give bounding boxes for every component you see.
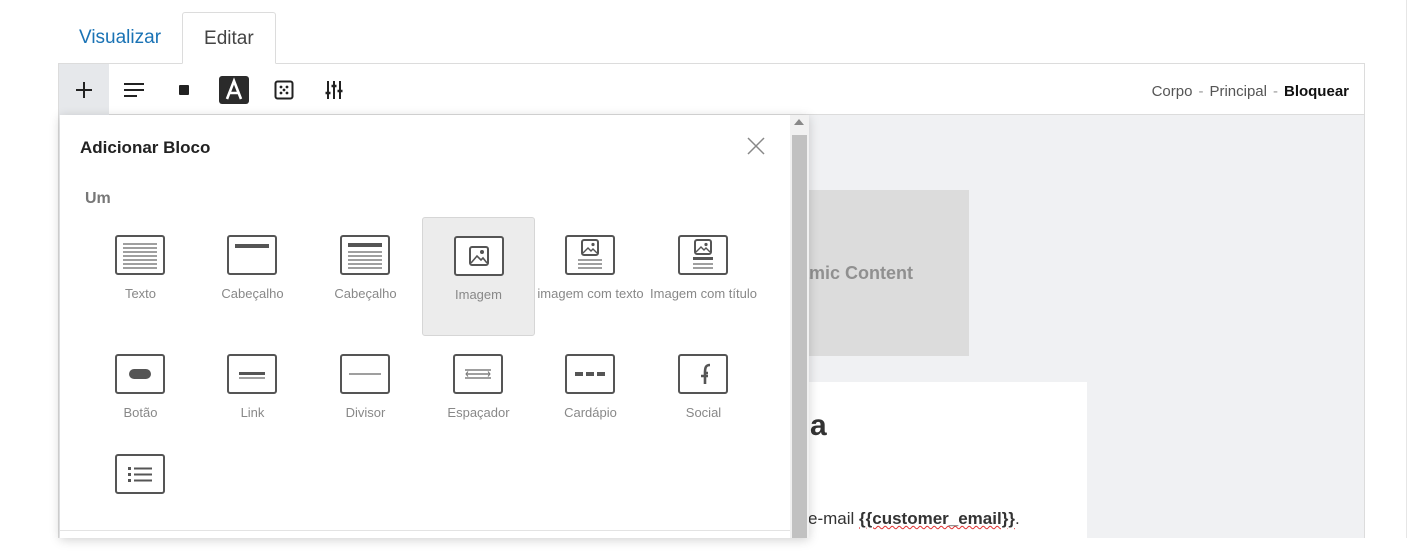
- block-cabecalho[interactable]: Cabeçalho: [196, 217, 309, 336]
- layout-grid-button[interactable]: [259, 64, 309, 115]
- image-block-icon: [454, 236, 504, 276]
- plus-icon: [76, 81, 92, 98]
- tab-visualizar[interactable]: Visualizar: [58, 12, 182, 64]
- align-button[interactable]: [109, 64, 159, 115]
- block-social[interactable]: Social: [647, 336, 760, 455]
- square-icon: [179, 84, 189, 95]
- breadcrumb-principal[interactable]: Principal: [1209, 83, 1267, 100]
- close-icon[interactable]: [745, 135, 767, 157]
- tab-editar[interactable]: Editar: [182, 12, 276, 64]
- block-lista[interactable]: [84, 436, 197, 555]
- block-cardapio[interactable]: Cardápio: [534, 336, 647, 455]
- block-label: imagem com texto: [537, 286, 644, 301]
- mode-tabs: Visualizar Editar: [58, 12, 276, 64]
- block-label: Texto: [124, 286, 157, 301]
- block-label: Divisor: [345, 405, 386, 420]
- add-block-button[interactable]: [59, 64, 109, 115]
- content-text-prefix: e-mail: [808, 509, 860, 528]
- block-imagem[interactable]: Imagem: [422, 217, 535, 336]
- block-label: Imagem: [455, 287, 502, 302]
- content-text-suffix: .: [1014, 509, 1020, 528]
- breadcrumb-bloquear: Bloquear: [1283, 83, 1349, 100]
- panel-title: Adicionar Bloco: [80, 138, 211, 157]
- block-imagem-com-texto[interactable]: imagem com texto: [534, 217, 647, 336]
- editor-toolbar: Corpo - Principal - Bloquear: [59, 64, 1364, 115]
- block-imagem-com-titulo[interactable]: Imagem com título: [647, 217, 760, 336]
- panel-footer-divider: [60, 530, 809, 531]
- block-divisor[interactable]: Divisor: [309, 336, 422, 455]
- sliders-icon: [325, 80, 343, 99]
- block-label: Cabeçalho: [334, 286, 397, 301]
- page-right-edge: [1406, 0, 1426, 538]
- scrollbar-thumb[interactable]: [792, 135, 807, 538]
- text-style-button[interactable]: [209, 64, 259, 115]
- block-label: Link: [240, 405, 265, 420]
- breadcrumb-separator: -: [1198, 83, 1204, 100]
- text-block-icon: [115, 235, 165, 275]
- block-texto[interactable]: Texto: [84, 217, 197, 336]
- image-title-block-icon: [678, 235, 728, 275]
- merge-tag: {{customer_email}}: [859, 509, 1015, 528]
- block-label: Cardápio: [564, 405, 617, 420]
- block-label: Botão: [123, 405, 158, 420]
- spacer-block-icon: [453, 354, 503, 394]
- block-label: Social: [685, 405, 722, 420]
- button-block-icon: [115, 354, 165, 394]
- panel-scrollbar[interactable]: [790, 115, 809, 538]
- divider-block-icon: [340, 354, 390, 394]
- content-text: e-mail {{customer_email}}.: [808, 509, 1020, 529]
- menu-block-icon: [565, 354, 615, 394]
- section-label: Um: [85, 190, 111, 207]
- content-heading: a: [810, 409, 827, 442]
- grid-icon: [274, 80, 294, 99]
- dynamic-content-label: amic Content: [799, 263, 914, 283]
- block-style-button[interactable]: [159, 64, 209, 115]
- settings-button[interactable]: [309, 64, 359, 115]
- breadcrumb: Corpo - Principal - Bloquear: [1152, 64, 1349, 115]
- social-block-icon: [678, 354, 728, 394]
- block-label: Espaçador: [447, 405, 510, 420]
- text-style-icon: [219, 75, 249, 104]
- block-label: Imagem com título: [650, 286, 757, 301]
- block-link[interactable]: Link: [196, 336, 309, 455]
- align-left-icon: [124, 82, 144, 97]
- block-label: Cabeçalho: [221, 286, 284, 301]
- image-text-block-icon: [565, 235, 615, 275]
- block-cabecalho-texto[interactable]: Cabeçalho: [309, 217, 422, 336]
- breadcrumb-separator: -: [1272, 83, 1278, 100]
- header-text-block-icon: [340, 235, 390, 275]
- block-espacador[interactable]: Espaçador: [422, 336, 535, 455]
- list-block-icon: [115, 454, 165, 494]
- header-block-icon: [227, 235, 277, 275]
- link-block-icon: [227, 354, 277, 394]
- scroll-up-icon[interactable]: [794, 119, 804, 125]
- breadcrumb-corpo[interactable]: Corpo: [1152, 83, 1193, 100]
- add-block-panel: Adicionar Bloco Um Texto Cabeçalho Cabeç…: [60, 115, 809, 538]
